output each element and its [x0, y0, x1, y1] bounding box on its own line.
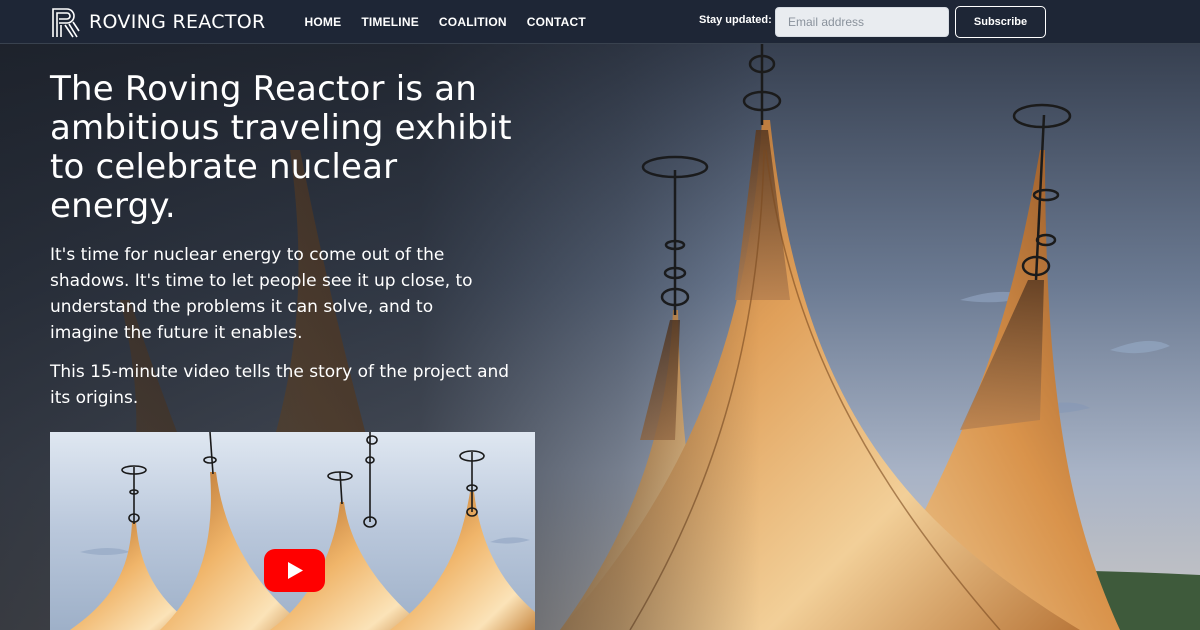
logo-link[interactable]: ROVING REACTOR — [50, 6, 266, 38]
r-monogram-icon — [52, 7, 80, 37]
youtube-play-icon[interactable] — [264, 549, 325, 592]
hero-title: The Roving Reactor is an ambitious trave… — [50, 69, 512, 226]
subscribe-button[interactable]: Subscribe — [955, 6, 1046, 38]
main-nav: HOME TIMELINE COALITION CONTACT — [305, 15, 606, 29]
hero-intro-paragraph: It's time for nuclear energy to come out… — [50, 245, 473, 343]
brand-name: ROVING REACTOR — [89, 10, 266, 33]
nav-timeline-link[interactable]: TIMELINE — [361, 15, 419, 29]
video-thumbnail-image — [50, 432, 535, 630]
email-input[interactable] — [775, 7, 949, 37]
nav-coalition-link[interactable]: COALITION — [439, 15, 507, 29]
video-thumbnail[interactable] — [50, 432, 535, 630]
top-navbar: ROVING REACTOR HOME TIMELINE COALITION C… — [0, 0, 1200, 44]
nav-home-link[interactable]: HOME — [305, 15, 342, 29]
nav-contact-link[interactable]: CONTACT — [527, 15, 586, 29]
newsletter-label: Stay updated: — [699, 14, 772, 26]
hero-video-paragraph: This 15-minute video tells the story of … — [50, 362, 510, 408]
